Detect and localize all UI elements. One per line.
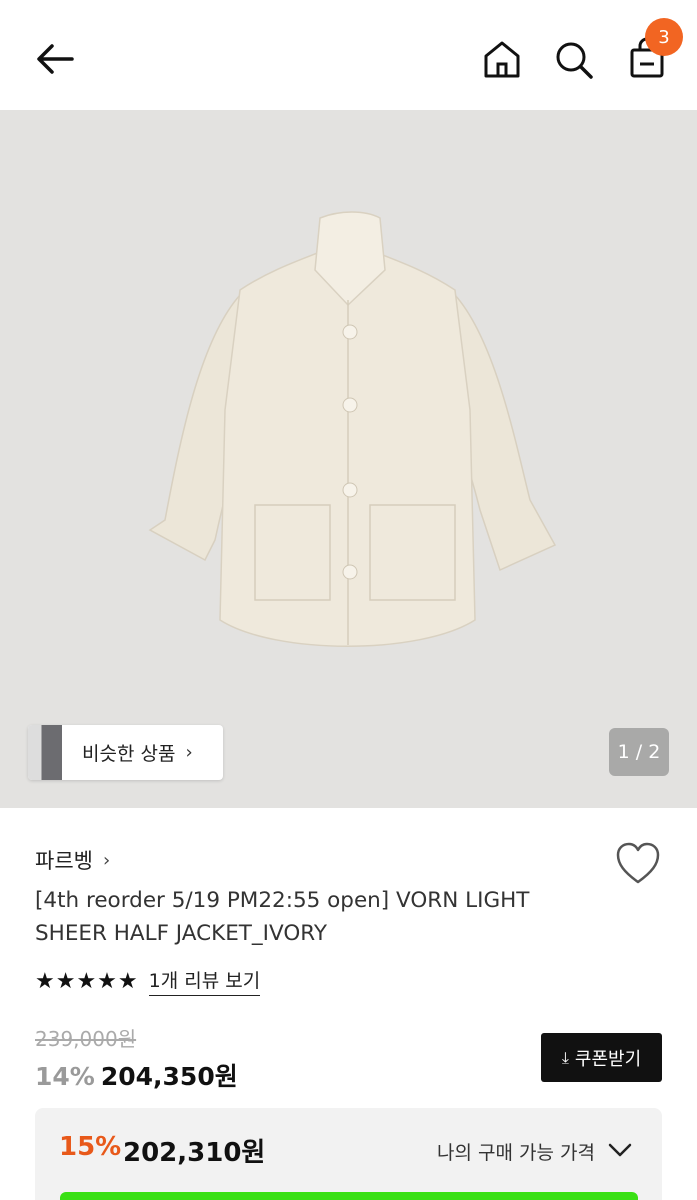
rating-row: ★★★★★ 1개 리뷰 보기: [35, 966, 261, 996]
image-page-indicator: 1 / 2: [609, 728, 669, 776]
my-price-label: 나의 구매 가능 가격: [437, 1142, 595, 1164]
chevron-down-icon[interactable]: [607, 1140, 633, 1160]
similar-product-thumbnail: [28, 725, 62, 780]
review-link[interactable]: 1개 리뷰 보기: [148, 966, 261, 996]
similar-products-button[interactable]: 비슷한 상품 ›: [28, 725, 223, 780]
cart-count-badge: 3: [645, 18, 683, 56]
my-discount-rate: 15%: [59, 1132, 122, 1162]
brand-link[interactable]: 파르벵 ›: [35, 845, 110, 875]
brand-name: 파르벵: [35, 849, 93, 873]
purchase-action-bar[interactable]: [60, 1192, 638, 1200]
back-arrow-icon[interactable]: [32, 36, 80, 84]
product-photo-jacket: [0, 110, 697, 808]
top-navigation-bar: 3: [0, 0, 697, 110]
my-price-panel[interactable]: 15% 202,310원 나의 구매 가능 가격: [35, 1108, 662, 1200]
home-icon[interactable]: [480, 38, 524, 82]
download-icon: ⤓: [561, 1047, 569, 1067]
heart-icon[interactable]: [614, 840, 662, 886]
product-title: [4th reorder 5/19 PM22:55 open] VORN LIG…: [35, 888, 530, 946]
coupon-label: 쿠폰받기: [574, 1048, 642, 1070]
product-image-carousel[interactable]: [0, 110, 697, 808]
coupon-download-button[interactable]: ⤓ 쿠폰받기: [541, 1033, 662, 1082]
sale-price: 204,350원: [100, 1062, 238, 1091]
price-row: 14% 204,350원: [35, 1057, 238, 1093]
original-price: 239,000원: [35, 1027, 137, 1051]
chevron-right-icon: ›: [185, 742, 193, 763]
my-price: 202,310원: [123, 1138, 266, 1168]
star-rating: ★★★★★: [35, 968, 139, 994]
similar-products-label: 비슷한 상품: [82, 743, 176, 765]
discount-rate: 14%: [35, 1062, 95, 1091]
chevron-right-icon: ›: [102, 849, 111, 871]
search-icon[interactable]: [552, 38, 596, 82]
